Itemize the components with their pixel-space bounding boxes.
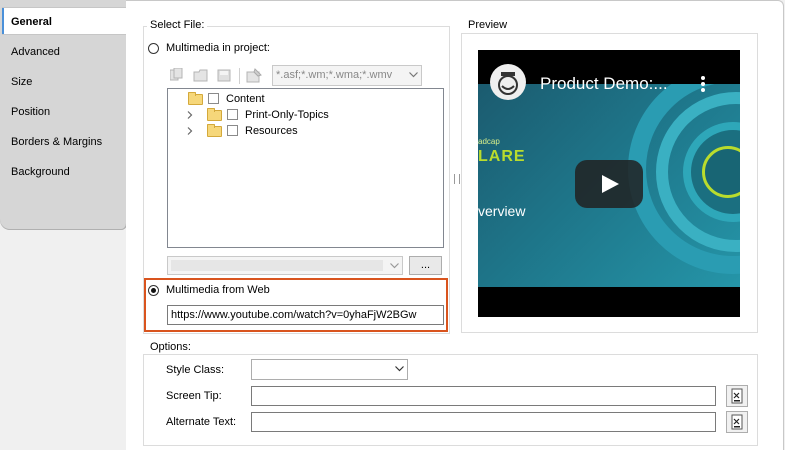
- tree-item-checkbox[interactable]: [227, 125, 238, 136]
- tree-item-checkbox[interactable]: [208, 93, 219, 104]
- more-options-icon[interactable]: [700, 75, 706, 93]
- multimedia-in-project-label: Multimedia in project:: [166, 42, 270, 54]
- tree-item-resources[interactable]: Resources: [186, 123, 426, 139]
- multimedia-from-web-radio[interactable]: [148, 285, 159, 296]
- select-file-legend: Select File:: [147, 19, 208, 31]
- tab-label: Advanced: [11, 46, 60, 58]
- file-filter-value: *.asf;*.wm;*.wma;*.wmv: [276, 69, 393, 81]
- multimedia-from-web-label: Multimedia from Web: [166, 284, 270, 296]
- channel-avatar[interactable]: [490, 64, 526, 100]
- tree-item-print-only-topics[interactable]: Print-Only-Topics: [186, 107, 426, 123]
- preview-legend: Preview: [465, 19, 511, 31]
- folder-icon: [188, 92, 203, 105]
- video-preview[interactable]: adcap LARE verview Product Demo:...: [478, 50, 740, 317]
- multimedia-in-project-radio[interactable]: [148, 43, 159, 54]
- insert-variable-icon: [731, 414, 743, 430]
- save-icon[interactable]: [217, 69, 231, 82]
- tab-position[interactable]: Position: [6, 98, 125, 126]
- open-folder-icon[interactable]: [193, 69, 209, 82]
- tab-label: Position: [11, 106, 51, 118]
- brand-text: adcap: [478, 137, 500, 146]
- tree-item-checkbox[interactable]: [227, 109, 238, 120]
- project-file-select[interactable]: [167, 256, 403, 275]
- screen-tip-input[interactable]: [251, 386, 716, 406]
- alternate-text-label: Alternate Text:: [166, 416, 237, 428]
- options-legend: Options:: [147, 341, 194, 353]
- insert-variable-icon: [731, 388, 743, 404]
- folder-icon: [207, 124, 222, 137]
- tree-item-content[interactable]: Content: [186, 91, 386, 107]
- chevron-right-icon[interactable]: [186, 123, 194, 139]
- tab-advanced[interactable]: Advanced: [6, 38, 125, 66]
- panel-splitter[interactable]: [454, 174, 460, 184]
- tab-label: Borders & Margins: [11, 136, 103, 148]
- chevron-right-icon[interactable]: [186, 107, 194, 123]
- web-url-input[interactable]: https://www.youtube.com/watch?v=0yhaFjW2…: [167, 305, 444, 325]
- style-class-select[interactable]: [251, 359, 408, 380]
- alternate-text-input[interactable]: [251, 412, 716, 432]
- brand-text: verview: [478, 203, 526, 219]
- video-title[interactable]: Product Demo:...: [540, 74, 668, 94]
- tree-item-label: Resources: [245, 125, 298, 137]
- browse-button[interactable]: ...: [409, 256, 442, 275]
- project-file-tree[interactable]: Content Print-Only-Topics Resources: [167, 88, 444, 248]
- alternate-text-variable-button[interactable]: [726, 411, 748, 433]
- chevron-down-icon: [386, 257, 402, 274]
- style-class-label: Style Class:: [166, 364, 225, 376]
- tab-background[interactable]: Background: [6, 158, 125, 186]
- tree-item-label: Print-Only-Topics: [245, 109, 329, 121]
- folder-icon: [207, 108, 222, 121]
- tree-item-label: Content: [226, 93, 265, 105]
- play-button-icon[interactable]: [575, 160, 643, 208]
- properties-icon[interactable]: [246, 68, 262, 83]
- tab-label: General: [11, 16, 52, 28]
- tab-size[interactable]: Size: [6, 68, 125, 96]
- disabled-value-bar: [171, 260, 383, 271]
- chevron-down-icon: [405, 66, 421, 84]
- screen-tip-variable-button[interactable]: [726, 385, 748, 407]
- sidebar-tabs: General Advanced Size Position Borders &…: [0, 0, 127, 230]
- copy-icon[interactable]: [169, 67, 184, 82]
- tab-borders-margins[interactable]: Borders & Margins: [6, 128, 125, 156]
- tab-general[interactable]: General: [2, 7, 127, 35]
- chevron-down-icon: [391, 360, 407, 378]
- file-filter-select[interactable]: *.asf;*.wm;*.wma;*.wmv: [272, 65, 422, 86]
- brand-text: LARE: [478, 148, 526, 165]
- toolbar-separator: [239, 68, 242, 84]
- screen-tip-label: Screen Tip:: [166, 390, 222, 402]
- tab-label: Background: [11, 166, 70, 178]
- tab-label: Size: [11, 76, 33, 88]
